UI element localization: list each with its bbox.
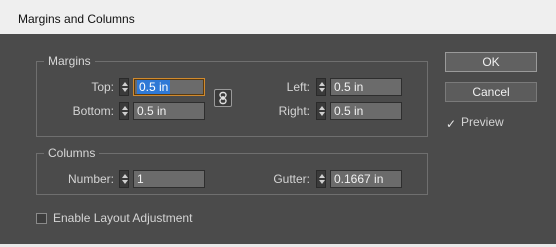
increment-icon — [122, 106, 128, 110]
increment-icon — [319, 106, 325, 110]
margins-legend: Margins — [44, 54, 95, 68]
decrement-icon — [122, 88, 128, 92]
right-margin-input[interactable]: 0.5 in — [330, 102, 402, 120]
number-of-columns-input[interactable]: 1 — [133, 170, 205, 188]
preview-checkbox[interactable]: ✓ — [445, 116, 456, 130]
gutter-label: Gutter: — [273, 172, 310, 186]
chain-link-icon[interactable] — [214, 89, 232, 107]
title-bar: Margins and Columns — [0, 0, 556, 35]
gutter-input[interactable]: 0.1667 in — [330, 170, 402, 188]
columns-legend: Columns — [44, 146, 100, 160]
left-spinner[interactable] — [316, 78, 326, 96]
top-spinner[interactable] — [119, 78, 129, 96]
decrement-icon — [319, 88, 325, 92]
increment-icon — [122, 174, 128, 178]
right-label: Right: — [278, 104, 310, 118]
preview-label: Preview — [461, 115, 504, 129]
enable-layout-adjustment-label: Enable Layout Adjustment — [53, 211, 193, 225]
decrement-icon — [319, 112, 325, 116]
right-spinner[interactable] — [316, 102, 326, 120]
number-spinner[interactable] — [119, 170, 129, 188]
ok-button[interactable]: OK — [445, 52, 537, 72]
increment-icon — [319, 82, 325, 86]
increment-icon — [319, 174, 325, 178]
gutter-spinner[interactable] — [316, 170, 326, 188]
left-label: Left: — [286, 80, 310, 94]
bottom-margin-input[interactable]: 0.5 in — [133, 102, 205, 120]
decrement-icon — [319, 180, 325, 184]
decrement-icon — [122, 180, 128, 184]
top-margin-input[interactable]: 0.5 in — [133, 78, 205, 96]
bottom-spinner[interactable] — [119, 102, 129, 120]
top-label: Top: — [91, 80, 114, 94]
bottom-label: Bottom: — [72, 104, 114, 118]
decrement-icon — [122, 112, 128, 116]
cancel-button[interactable]: Cancel — [445, 82, 537, 102]
checkmark-icon: ✓ — [446, 117, 457, 131]
enable-layout-adjustment-checkbox[interactable] — [36, 213, 47, 224]
margins-group — [36, 61, 428, 137]
increment-icon — [122, 82, 128, 86]
number-label: Number: — [67, 172, 114, 186]
left-margin-input[interactable]: 0.5 in — [330, 78, 402, 96]
window-title: Margins and Columns — [18, 12, 135, 26]
